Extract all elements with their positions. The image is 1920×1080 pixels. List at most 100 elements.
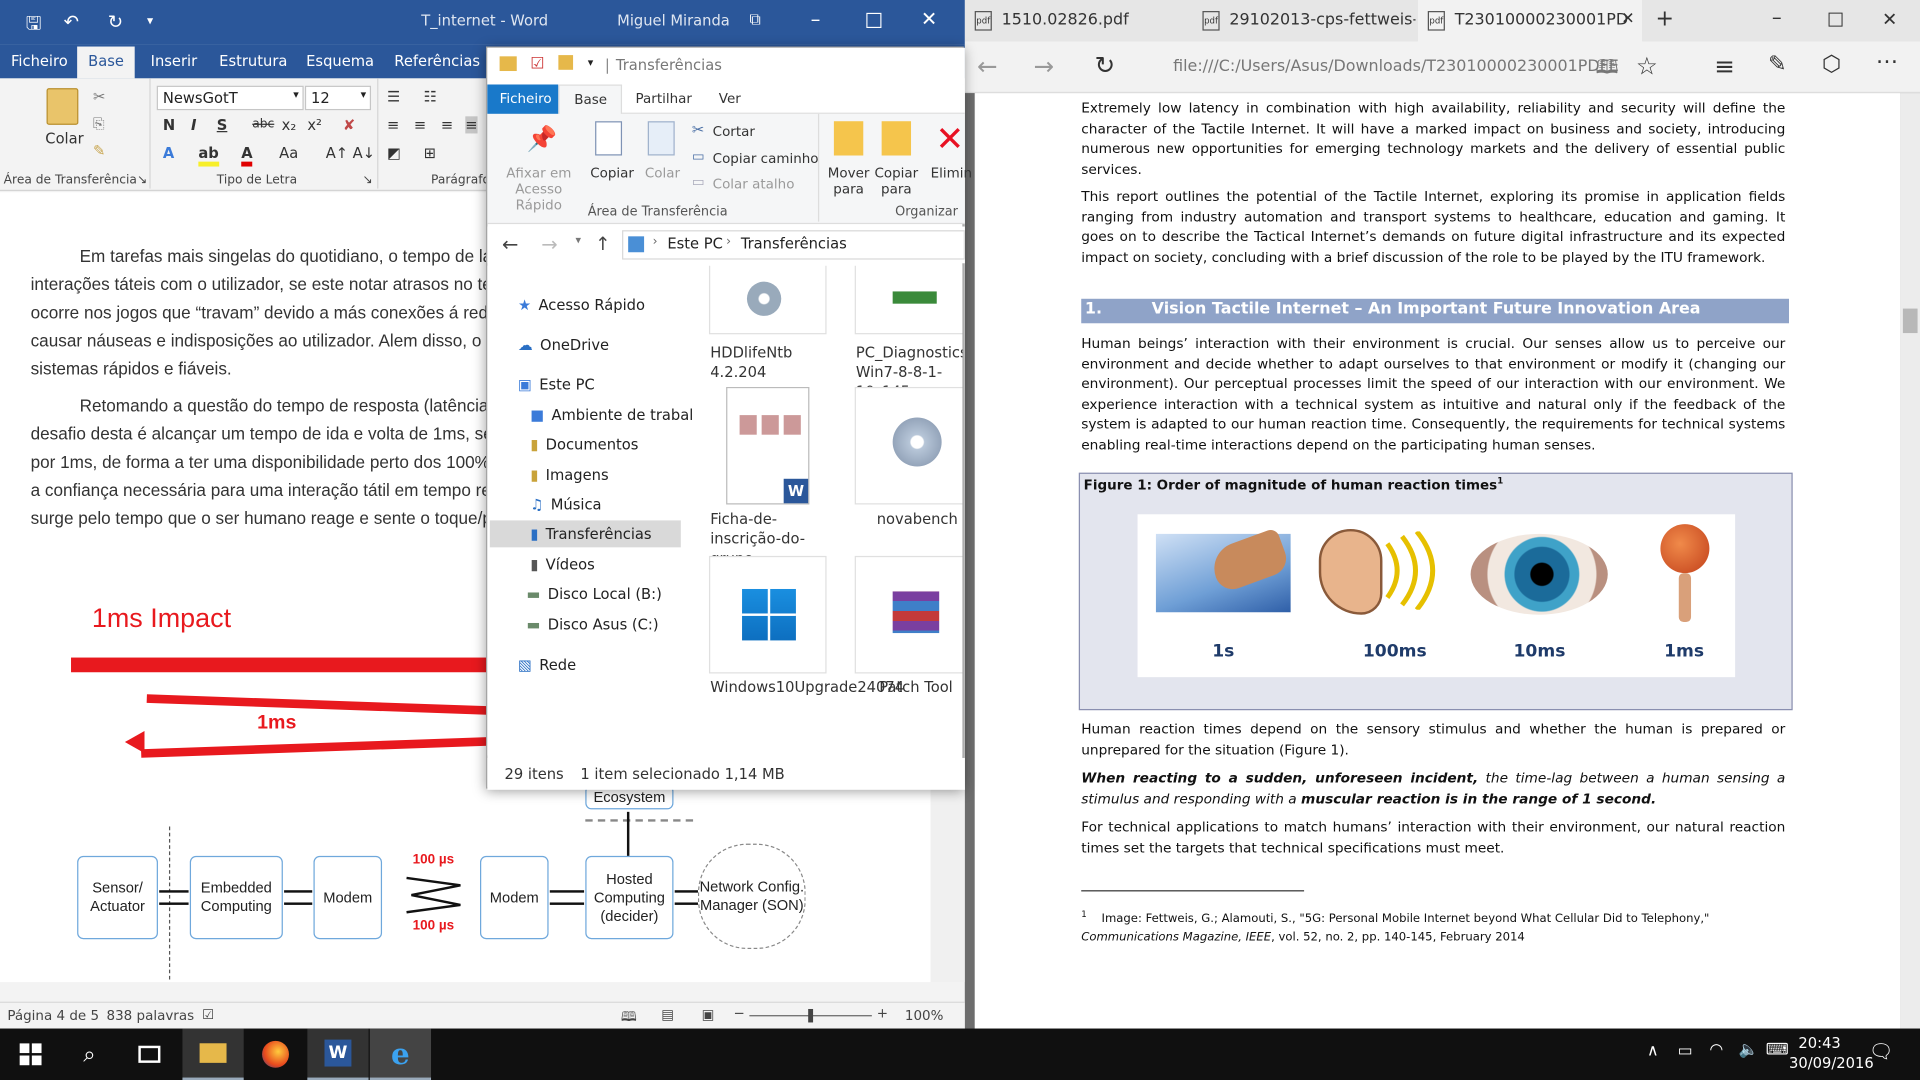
tab-pdf-3[interactable]: pdf T23010000230001PD	[1417, 0, 1643, 42]
nav-documents[interactable]: ▮ Documentos	[530, 431, 638, 458]
forward-icon[interactable]: →	[541, 233, 557, 256]
paste-button[interactable]: Colar	[644, 165, 681, 181]
copy-icon[interactable]: ⎘	[93, 115, 105, 133]
maximize-icon[interactable]: □	[864, 7, 883, 30]
move-to-button[interactable]: Mover para	[823, 165, 874, 197]
forward-icon[interactable]: →	[1033, 51, 1054, 80]
text-effects-icon[interactable]: A	[163, 144, 174, 161]
new-tab-icon[interactable]: +	[1656, 6, 1674, 32]
back-icon[interactable]: ←	[977, 51, 998, 80]
close-icon[interactable]: ✕	[1882, 9, 1897, 31]
nav-pictures[interactable]: ▮ Imagens	[530, 462, 608, 489]
file-name[interactable]: Patch Tool	[879, 677, 962, 697]
tab-referencias[interactable]: Referências	[394, 53, 480, 70]
superscript-icon[interactable]: x²	[307, 116, 322, 133]
numbering-icon[interactable]: ☷	[424, 88, 437, 105]
zoom-out-icon[interactable]: −	[733, 1005, 744, 1021]
address-bar[interactable]: file:///C:/Users/Asus/Downloads/T2301000…	[1173, 58, 1619, 76]
undo-icon[interactable]: ↶	[64, 11, 79, 33]
align-right-icon[interactable]: ≡	[441, 116, 453, 133]
tab-pdf-1[interactable]: pdf 1510.02826.pdf	[965, 0, 1192, 42]
copy-button[interactable]: Copiar	[590, 165, 634, 181]
show-hidden-icons-icon[interactable]: ∧	[1647, 1042, 1659, 1060]
paste-shortcut-button[interactable]: Colar atalho	[713, 176, 795, 192]
file-thumb-windows10upgrade[interactable]	[708, 555, 827, 674]
customize-qat-icon[interactable]: ▾	[588, 58, 594, 70]
reading-view-icon[interactable]: 🕮	[1596, 54, 1619, 87]
file-name[interactable]: Windows10Upgrade24074	[710, 677, 904, 697]
file-thumb-ficha[interactable]: W	[708, 386, 827, 505]
minimize-icon[interactable]: –	[811, 7, 821, 30]
zoom-thumb[interactable]	[808, 1008, 814, 1023]
cut-icon[interactable]: ✂	[93, 88, 105, 105]
scroll-thumb[interactable]	[1902, 308, 1918, 334]
tab-ver[interactable]: Ver	[719, 91, 741, 107]
italic-icon[interactable]: I	[191, 116, 196, 133]
clear-formatting-icon[interactable]: ✘	[343, 116, 355, 133]
tab-inserir[interactable]: Inserir	[151, 53, 198, 70]
wifi-icon[interactable]: ◠	[1709, 1041, 1723, 1059]
tab-ficheiro[interactable]: Ficheiro	[487, 84, 559, 114]
nav-drive-c[interactable]: ▬ Disco Asus (C:)	[527, 611, 659, 638]
word-taskbar-button[interactable]: W	[307, 1028, 369, 1080]
bullets-icon[interactable]: ☰	[387, 88, 400, 105]
pdf-scrollbar[interactable]	[1900, 93, 1920, 1029]
nav-network[interactable]: ▧ Rede	[518, 651, 576, 678]
battery-icon[interactable]: ▭	[1678, 1042, 1693, 1060]
close-tab-icon[interactable]: ✕	[1621, 10, 1634, 28]
file-explorer-taskbar-button[interactable]	[182, 1028, 244, 1080]
properties-icon[interactable]: ☑	[530, 55, 544, 73]
proofing-icon[interactable]: ☑	[202, 1007, 214, 1023]
save-icon[interactable]: 🖫	[26, 11, 42, 42]
tab-esquema[interactable]: Esquema	[306, 53, 374, 70]
nav-drive-b[interactable]: ▬ Disco Local (B:)	[527, 580, 662, 607]
task-view-icon[interactable]	[119, 1029, 180, 1080]
pdf-viewer[interactable]: Extremely low latency in combination wit…	[964, 93, 1920, 1029]
redo-icon[interactable]: ↻	[108, 11, 123, 33]
nav-this-pc[interactable]: ▣ Este PC	[518, 371, 595, 398]
shading-icon[interactable]: ◩	[387, 144, 401, 161]
zoom-in-icon[interactable]: +	[877, 1005, 888, 1021]
font-size-combo[interactable]: 12 ▾	[304, 85, 372, 111]
strikethrough-icon[interactable]: abc	[252, 118, 274, 131]
paste-button[interactable]: Colar	[45, 130, 83, 147]
copy-to-button[interactable]: Copiar para	[872, 165, 921, 197]
zoom-level[interactable]: 100%	[905, 1008, 944, 1024]
keyboard-icon[interactable]: ⌨	[1766, 1041, 1789, 1059]
clock[interactable]: 20:43 30/09/2016	[1789, 1033, 1874, 1072]
favorite-star-icon[interactable]: ☆	[1636, 51, 1658, 80]
tab-pdf-2[interactable]: pdf 29102013-cps-fettweis-v	[1193, 0, 1416, 42]
font-color-icon[interactable]: A	[241, 144, 253, 167]
delete-button[interactable]: Elimin	[931, 165, 972, 181]
underline-icon[interactable]: S	[217, 116, 228, 133]
font-name-combo[interactable]: NewsGotT ▾	[156, 85, 304, 111]
align-left-icon[interactable]: ≡	[387, 116, 399, 133]
web-note-icon[interactable]: ✎	[1768, 51, 1786, 77]
file-thumb-pc-diagnostics[interactable]	[854, 265, 963, 335]
edge-taskbar-button[interactable]: e	[369, 1028, 432, 1080]
font-launcher-icon[interactable]: ↘	[362, 174, 372, 187]
nav-quick-access[interactable]: ★ Acesso Rápido	[518, 291, 645, 318]
firefox-taskbar-button[interactable]	[245, 1029, 306, 1080]
tab-partilhar[interactable]: Partilhar	[636, 91, 692, 107]
nav-videos[interactable]: ▮ Vídeos	[530, 551, 595, 578]
borders-icon[interactable]: ⊞	[424, 144, 436, 161]
highlight-icon[interactable]: ab	[198, 144, 219, 167]
subscript-icon[interactable]: x₂	[282, 116, 297, 133]
tab-ficheiro[interactable]: Ficheiro	[11, 53, 68, 70]
nav-music[interactable]: ♫ Música	[530, 491, 601, 518]
recent-locations-icon[interactable]: ▾	[576, 235, 582, 247]
customize-qat-icon[interactable]: ▾	[147, 15, 153, 28]
search-icon[interactable]: ⌕	[59, 1029, 120, 1080]
web-layout-icon[interactable]: ▣	[702, 1007, 715, 1023]
start-button[interactable]	[0, 1029, 61, 1080]
maximize-icon[interactable]: □	[1827, 7, 1844, 29]
share-icon[interactable]: ⬡	[1822, 51, 1841, 77]
volume-icon[interactable]: 🔈	[1739, 1041, 1759, 1059]
file-thumb-patch-tool[interactable]	[854, 555, 963, 674]
format-painter-icon[interactable]: ✎	[93, 142, 105, 159]
user-name[interactable]: Miguel Miranda	[617, 12, 730, 29]
cut-button[interactable]: Cortar	[713, 124, 755, 140]
clipboard-launcher-icon[interactable]: ↘	[137, 174, 147, 187]
tab-estrutura[interactable]: Estrutura	[219, 53, 287, 70]
